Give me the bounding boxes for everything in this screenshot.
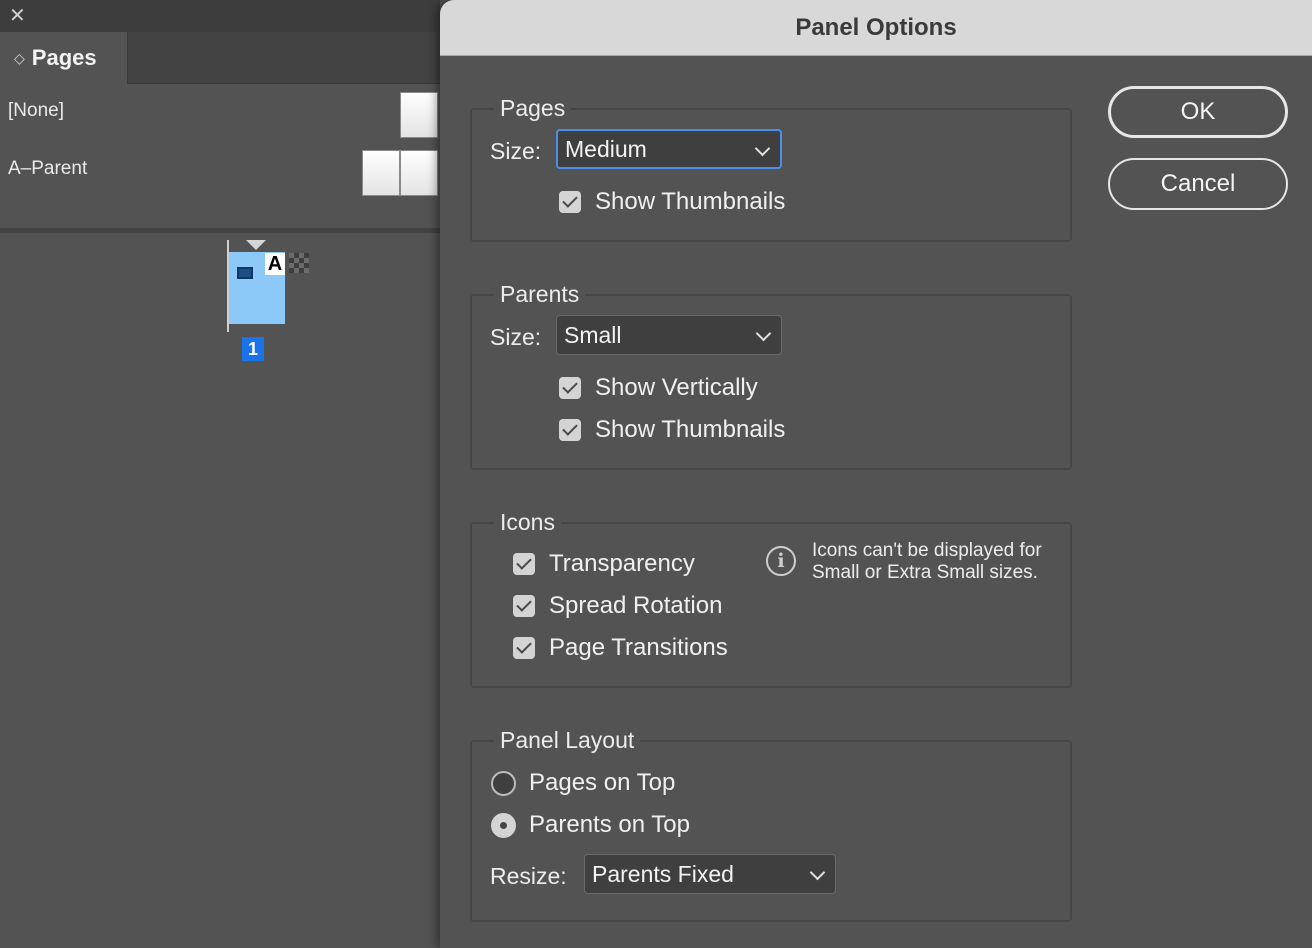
pages-group-legend: Pages [494,95,572,121]
checkbox-checked-icon[interactable] [559,377,581,399]
expand-arrows-icon[interactable]: ◇ [14,50,25,67]
chevron-down-icon [809,864,826,881]
tab-pages-label: Pages [31,45,97,70]
parent-thumbnail-left[interactable] [362,150,400,196]
parent-thumbnail-right[interactable] [400,150,438,196]
current-page-arrow-icon [246,240,266,250]
icons-group: Icons Transparency Spread Rotation Page … [470,509,1072,688]
parent-label: [None] [8,100,64,121]
tab-pages[interactable]: ◇ Pages [0,32,128,84]
dialog-title: Panel Options [440,0,1312,56]
resize-select[interactable]: Parents Fixed [584,854,836,894]
icons-size-note: Icons can't be displayed for Small or Ex… [812,540,1042,583]
icons-transparency-label: Transparency [549,550,695,577]
pages-group: Pages Size: Medium Show Thumbnails [470,95,1072,242]
parent-row-a[interactable]: A–Parent [0,144,440,200]
radio-pages-on-top[interactable]: Pages on Top [491,769,675,797]
pages-show-thumbnails-label: Show Thumbnails [595,188,786,215]
parents-show-vertically[interactable]: Show Vertically [559,374,758,402]
panel-options-dialog: Panel Options Pages Size: Medium Show Th… [440,0,1312,948]
panel-divider[interactable] [0,228,440,233]
info-icon: i [766,546,796,576]
icons-spread-rotation-label: Spread Rotation [549,592,723,619]
page-number-badge[interactable]: 1 [242,337,264,361]
parents-group: Parents Size: Small Show Vertically Show… [470,281,1072,470]
chevron-down-icon [754,140,771,157]
cancel-button[interactable]: Cancel [1108,158,1288,210]
parents-show-thumbnails-label: Show Thumbnails [595,416,786,443]
radio-parents-on-top[interactable]: Parents on Top [491,811,690,839]
ok-button[interactable]: OK [1108,86,1288,138]
parents-show-thumbnails[interactable]: Show Thumbnails [559,416,785,444]
radio-selected-icon[interactable] [491,812,516,838]
pages-size-label: Size: [490,138,542,164]
panel-layout-group: Panel Layout Pages on Top Parents on Top… [470,727,1072,922]
parent-label: A–Parent [8,158,88,179]
radio-parents-on-top-label: Parents on Top [529,811,691,838]
tab-strip [128,32,440,84]
panel-titlebar: ✕ [0,0,440,32]
parent-thumbnail[interactable] [400,92,438,138]
transparency-icon [289,253,309,273]
icons-transparency[interactable]: Transparency [513,550,695,578]
parent-row-none[interactable]: [None] [0,84,440,140]
parent-prefix-badge: A [265,253,285,275]
parents-size-label: Size: [490,324,542,350]
panel-layout-legend: Panel Layout [494,727,641,753]
chevron-down-icon [755,325,772,342]
pages-panel: ✕ ◇ Pages [None] A–Parent A 1 [0,0,440,948]
radio-pages-on-top-label: Pages on Top [529,769,676,796]
resize-label: Resize: [490,863,567,889]
checkbox-checked-icon[interactable] [513,637,535,659]
pages-size-select[interactable]: Medium [556,129,782,169]
pages-show-thumbnails[interactable]: Show Thumbnails [559,188,785,216]
parents-size-value: Small [564,322,622,348]
checkbox-checked-icon[interactable] [559,419,581,441]
parents-show-vertically-label: Show Vertically [595,374,758,401]
icons-page-transitions-label: Page Transitions [549,634,728,661]
close-icon[interactable]: ✕ [9,6,26,26]
parents-group-legend: Parents [494,281,586,307]
page-frame-icon [237,267,253,279]
icons-page-transitions[interactable]: Page Transitions [513,634,728,662]
radio-unselected-icon[interactable] [491,770,516,796]
resize-value: Parents Fixed [592,861,734,887]
icons-spread-rotation[interactable]: Spread Rotation [513,592,722,620]
checkbox-checked-icon[interactable] [513,595,535,617]
checkbox-checked-icon[interactable] [559,191,581,213]
pages-size-value: Medium [565,136,647,162]
checkbox-checked-icon[interactable] [513,553,535,575]
icons-group-legend: Icons [494,509,561,535]
parents-size-select[interactable]: Small [556,315,782,355]
